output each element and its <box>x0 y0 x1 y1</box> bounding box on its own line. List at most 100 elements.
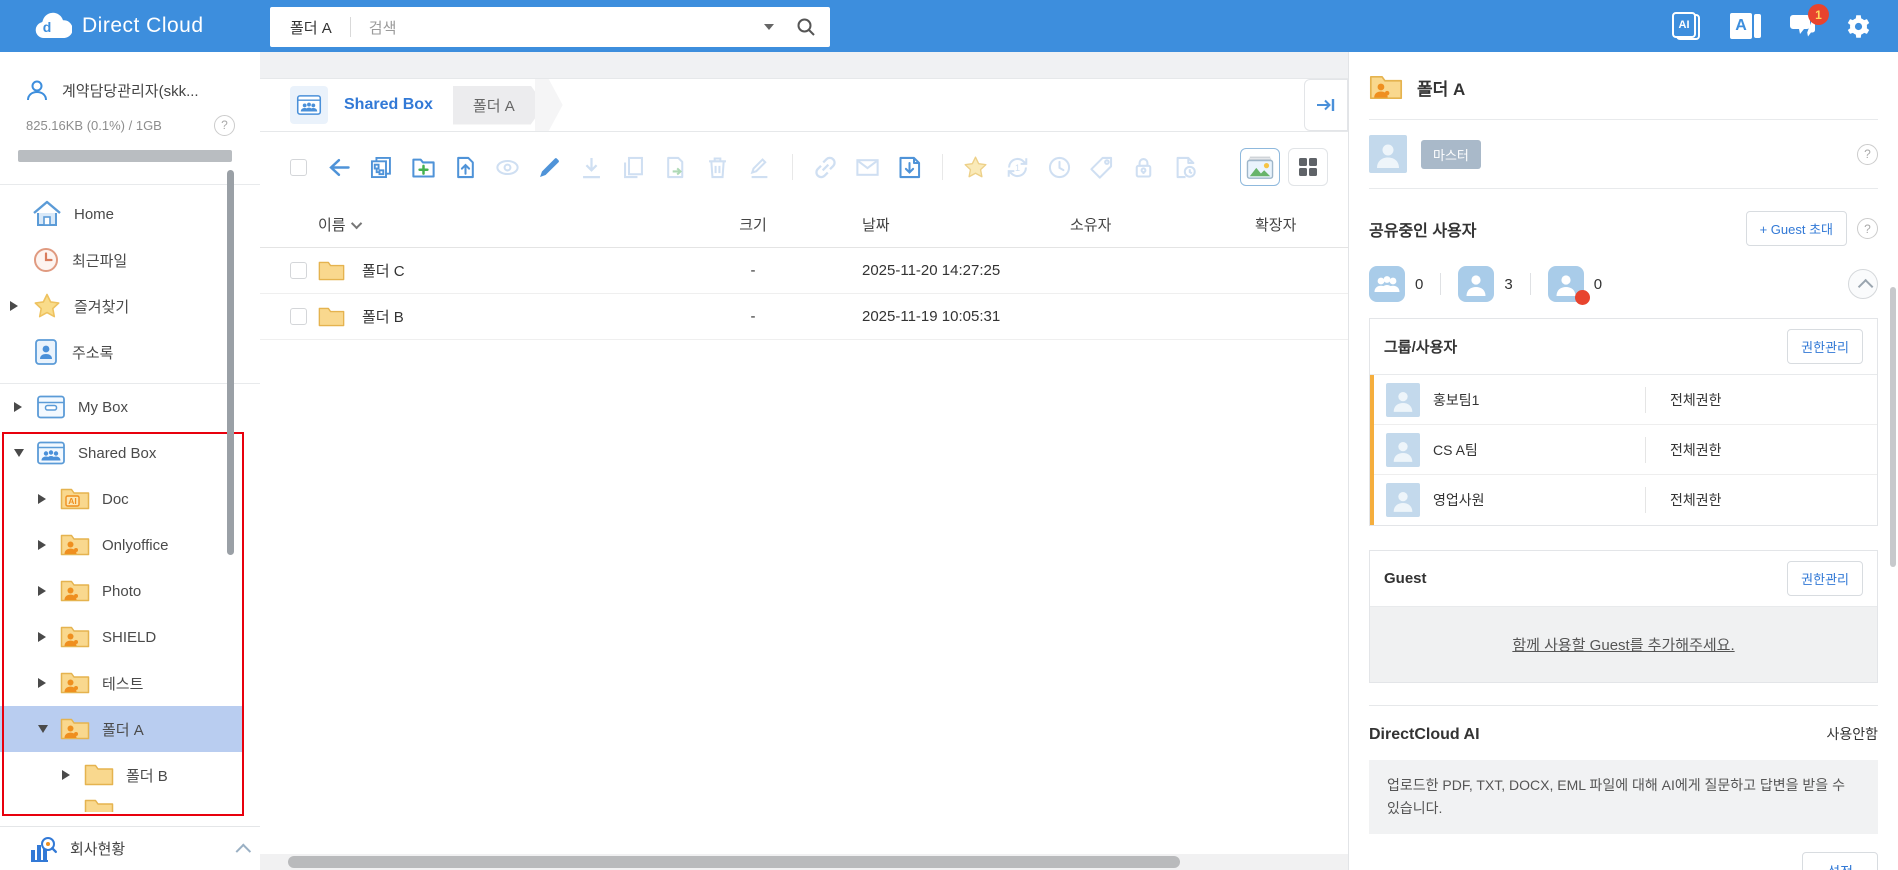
notification-badge: 1 <box>1808 4 1829 25</box>
copy-icon[interactable] <box>620 154 647 181</box>
expand-caret-icon[interactable] <box>38 632 60 642</box>
search-button[interactable] <box>796 17 816 37</box>
file-name[interactable]: 폴더 B <box>362 306 688 327</box>
sidebar-item-address-book[interactable]: 주소록 <box>0 329 260 375</box>
edit-pencil-icon[interactable] <box>536 154 563 181</box>
ai-section-title: DirectCloud AI <box>1369 726 1826 744</box>
back-icon[interactable] <box>326 154 353 181</box>
groups-users-header: 그룹/사용자 권한관리 <box>1370 319 1877 375</box>
permission-row[interactable]: 홍보팀1 전체권한 <box>1374 375 1877 425</box>
expand-caret-icon[interactable] <box>38 586 60 596</box>
column-header-date[interactable]: 날짜 <box>818 214 1070 235</box>
permission-row[interactable]: 영업사원 전체권한 <box>1374 475 1877 525</box>
sidebar-item-home[interactable]: Home <box>0 191 260 237</box>
image-view-button[interactable] <box>1240 148 1280 186</box>
ai-settings-button[interactable]: 설정 <box>1802 852 1878 870</box>
download-icon[interactable] <box>578 154 605 181</box>
sidebar-scrollbar[interactable] <box>227 170 234 555</box>
shared-folder-icon <box>60 717 90 741</box>
table-row[interactable]: 폴더 C - 2025-11-20 14:27:25 <box>260 248 1348 294</box>
guest-permission-manage-button[interactable]: 권한관리 <box>1787 561 1863 596</box>
user-account[interactable]: 계약담당관리자(skk... <box>0 52 260 108</box>
help-icon[interactable]: ? <box>1857 144 1878 165</box>
file-size: - <box>688 262 818 279</box>
row-checkbox[interactable] <box>290 308 307 325</box>
help-icon[interactable]: ? <box>1857 218 1878 239</box>
collapse-caret-icon[interactable] <box>14 449 36 457</box>
sidebar-item-onlyoffice[interactable]: Onlyoffice <box>0 522 260 568</box>
lock-icon[interactable] <box>1130 154 1157 181</box>
permission-row[interactable]: CS A팀 전체권한 <box>1374 425 1877 475</box>
expand-caret-icon[interactable] <box>38 678 60 688</box>
sidebar-item-mybox[interactable]: My Box <box>0 384 260 430</box>
mail-icon[interactable] <box>854 154 881 181</box>
version-icon[interactable]: 1 <box>1004 154 1031 181</box>
delete-trash-icon[interactable] <box>704 154 731 181</box>
ai-document-icon[interactable]: AI <box>1672 12 1702 40</box>
breadcrumb-current[interactable]: 폴더 A <box>453 86 545 125</box>
new-folder-icon[interactable] <box>410 154 437 181</box>
permission-rows: 홍보팀1 전체권한 CS A팀 전체권한 영업사원 전체권한 <box>1370 375 1877 525</box>
add-guest-link[interactable]: 함께 사용할 Guest를 추가해주세요. <box>1512 637 1734 654</box>
folder-icon <box>318 260 362 282</box>
sidebar-item-company-status[interactable]: 회사현황 <box>0 826 260 870</box>
receive-file-icon[interactable] <box>896 154 923 181</box>
collapse-caret-icon[interactable] <box>38 725 60 733</box>
search-scope-caret-icon[interactable] <box>764 24 774 30</box>
breadcrumb-root[interactable]: Shared Box <box>344 96 433 114</box>
sidebar-item-folder-a[interactable]: 폴더 A <box>0 706 244 752</box>
user-avatar <box>1386 433 1420 467</box>
sidebar-item-sharedbox[interactable]: Shared Box <box>0 430 260 476</box>
file-name[interactable]: 폴더 C <box>362 260 688 281</box>
sidebar-item-doc[interactable]: AI Doc <box>0 476 260 522</box>
expand-caret-icon[interactable] <box>10 301 32 311</box>
view-switcher <box>1240 148 1328 186</box>
expand-caret-icon[interactable] <box>38 494 60 504</box>
expand-caret-icon[interactable] <box>62 770 84 780</box>
grid-view-button[interactable] <box>1288 148 1328 186</box>
history-clock-icon[interactable] <box>1046 154 1073 181</box>
upload-icon[interactable] <box>452 154 479 181</box>
favorite-star-icon[interactable] <box>962 154 989 181</box>
member-name: CS A팀 <box>1433 440 1645 460</box>
panel-collapse-button[interactable] <box>1304 79 1348 131</box>
guest-invite-button[interactable]: + Guest 초대 <box>1746 211 1847 246</box>
row-checkbox[interactable] <box>290 262 307 279</box>
sidebar-item-shield[interactable]: SHIELD <box>0 614 260 660</box>
sidebar-item-test[interactable]: 테스트 <box>0 660 260 706</box>
settings-gear-icon[interactable] <box>1845 13 1872 40</box>
storage-help-icon[interactable]: ? <box>214 115 235 136</box>
file-history-icon[interactable] <box>1172 154 1199 181</box>
sidebar-item-recent-files[interactable]: 최근파일 <box>0 237 260 283</box>
horizontal-scrollbar-thumb[interactable] <box>288 856 1180 868</box>
tag-icon[interactable] <box>1088 154 1115 181</box>
section-collapse-button[interactable] <box>1848 269 1878 299</box>
sidebar-tree: My Box Shared Box AI Doc <box>0 384 260 812</box>
link-icon[interactable] <box>812 154 839 181</box>
panel-scrollbar[interactable] <box>1890 287 1896 567</box>
notifications-icon[interactable]: 1 <box>1789 13 1817 39</box>
sign-icon[interactable] <box>746 154 773 181</box>
collapse-chevron-icon[interactable] <box>236 844 252 860</box>
expand-caret-icon[interactable] <box>38 540 60 550</box>
select-all-checkbox[interactable] <box>290 159 307 176</box>
sidebar-item-favorites[interactable]: 즐겨찾기 <box>0 283 260 329</box>
expand-caret-icon[interactable] <box>14 402 36 412</box>
search-scope-value[interactable]: 폴더 A <box>290 17 332 38</box>
search-bar[interactable]: 폴더 A 검색 <box>270 7 830 47</box>
sidebar-item-folder-b[interactable]: 폴더 B <box>0 752 260 798</box>
search-input[interactable]: 검색 <box>369 17 764 38</box>
column-header-owner[interactable]: 소유자 <box>1070 214 1255 235</box>
copy-to-box-icon[interactable] <box>368 154 395 181</box>
table-row[interactable]: 폴더 B - 2025-11-19 10:05:31 <box>260 294 1348 340</box>
column-header-name[interactable]: 이름 <box>318 214 688 235</box>
permission-manage-button[interactable]: 권한관리 <box>1787 329 1863 364</box>
column-header-ext[interactable]: 확장자 <box>1255 214 1348 235</box>
preview-eye-icon[interactable] <box>494 154 521 181</box>
move-icon[interactable] <box>662 154 689 181</box>
shared-folder-icon <box>60 533 90 557</box>
column-header-size[interactable]: 크기 <box>688 214 818 235</box>
directcloud-logo[interactable]: d Direct Cloud <box>34 12 204 40</box>
translate-icon[interactable]: A <box>1730 13 1761 39</box>
sidebar-item-photo[interactable]: Photo <box>0 568 260 614</box>
